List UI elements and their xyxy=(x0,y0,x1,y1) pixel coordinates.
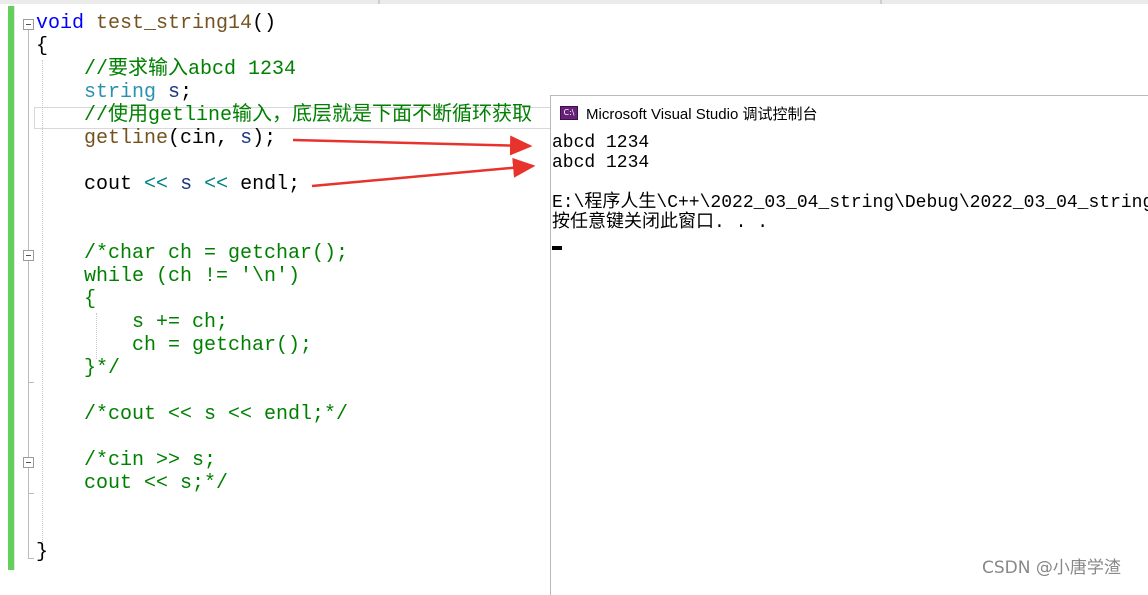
arrow-getline-to-output xyxy=(292,135,533,156)
watermark: CSDN @小唐学渣 xyxy=(982,558,1121,578)
arrow-cout-to-output xyxy=(311,157,536,188)
annotation-arrows xyxy=(292,135,536,188)
